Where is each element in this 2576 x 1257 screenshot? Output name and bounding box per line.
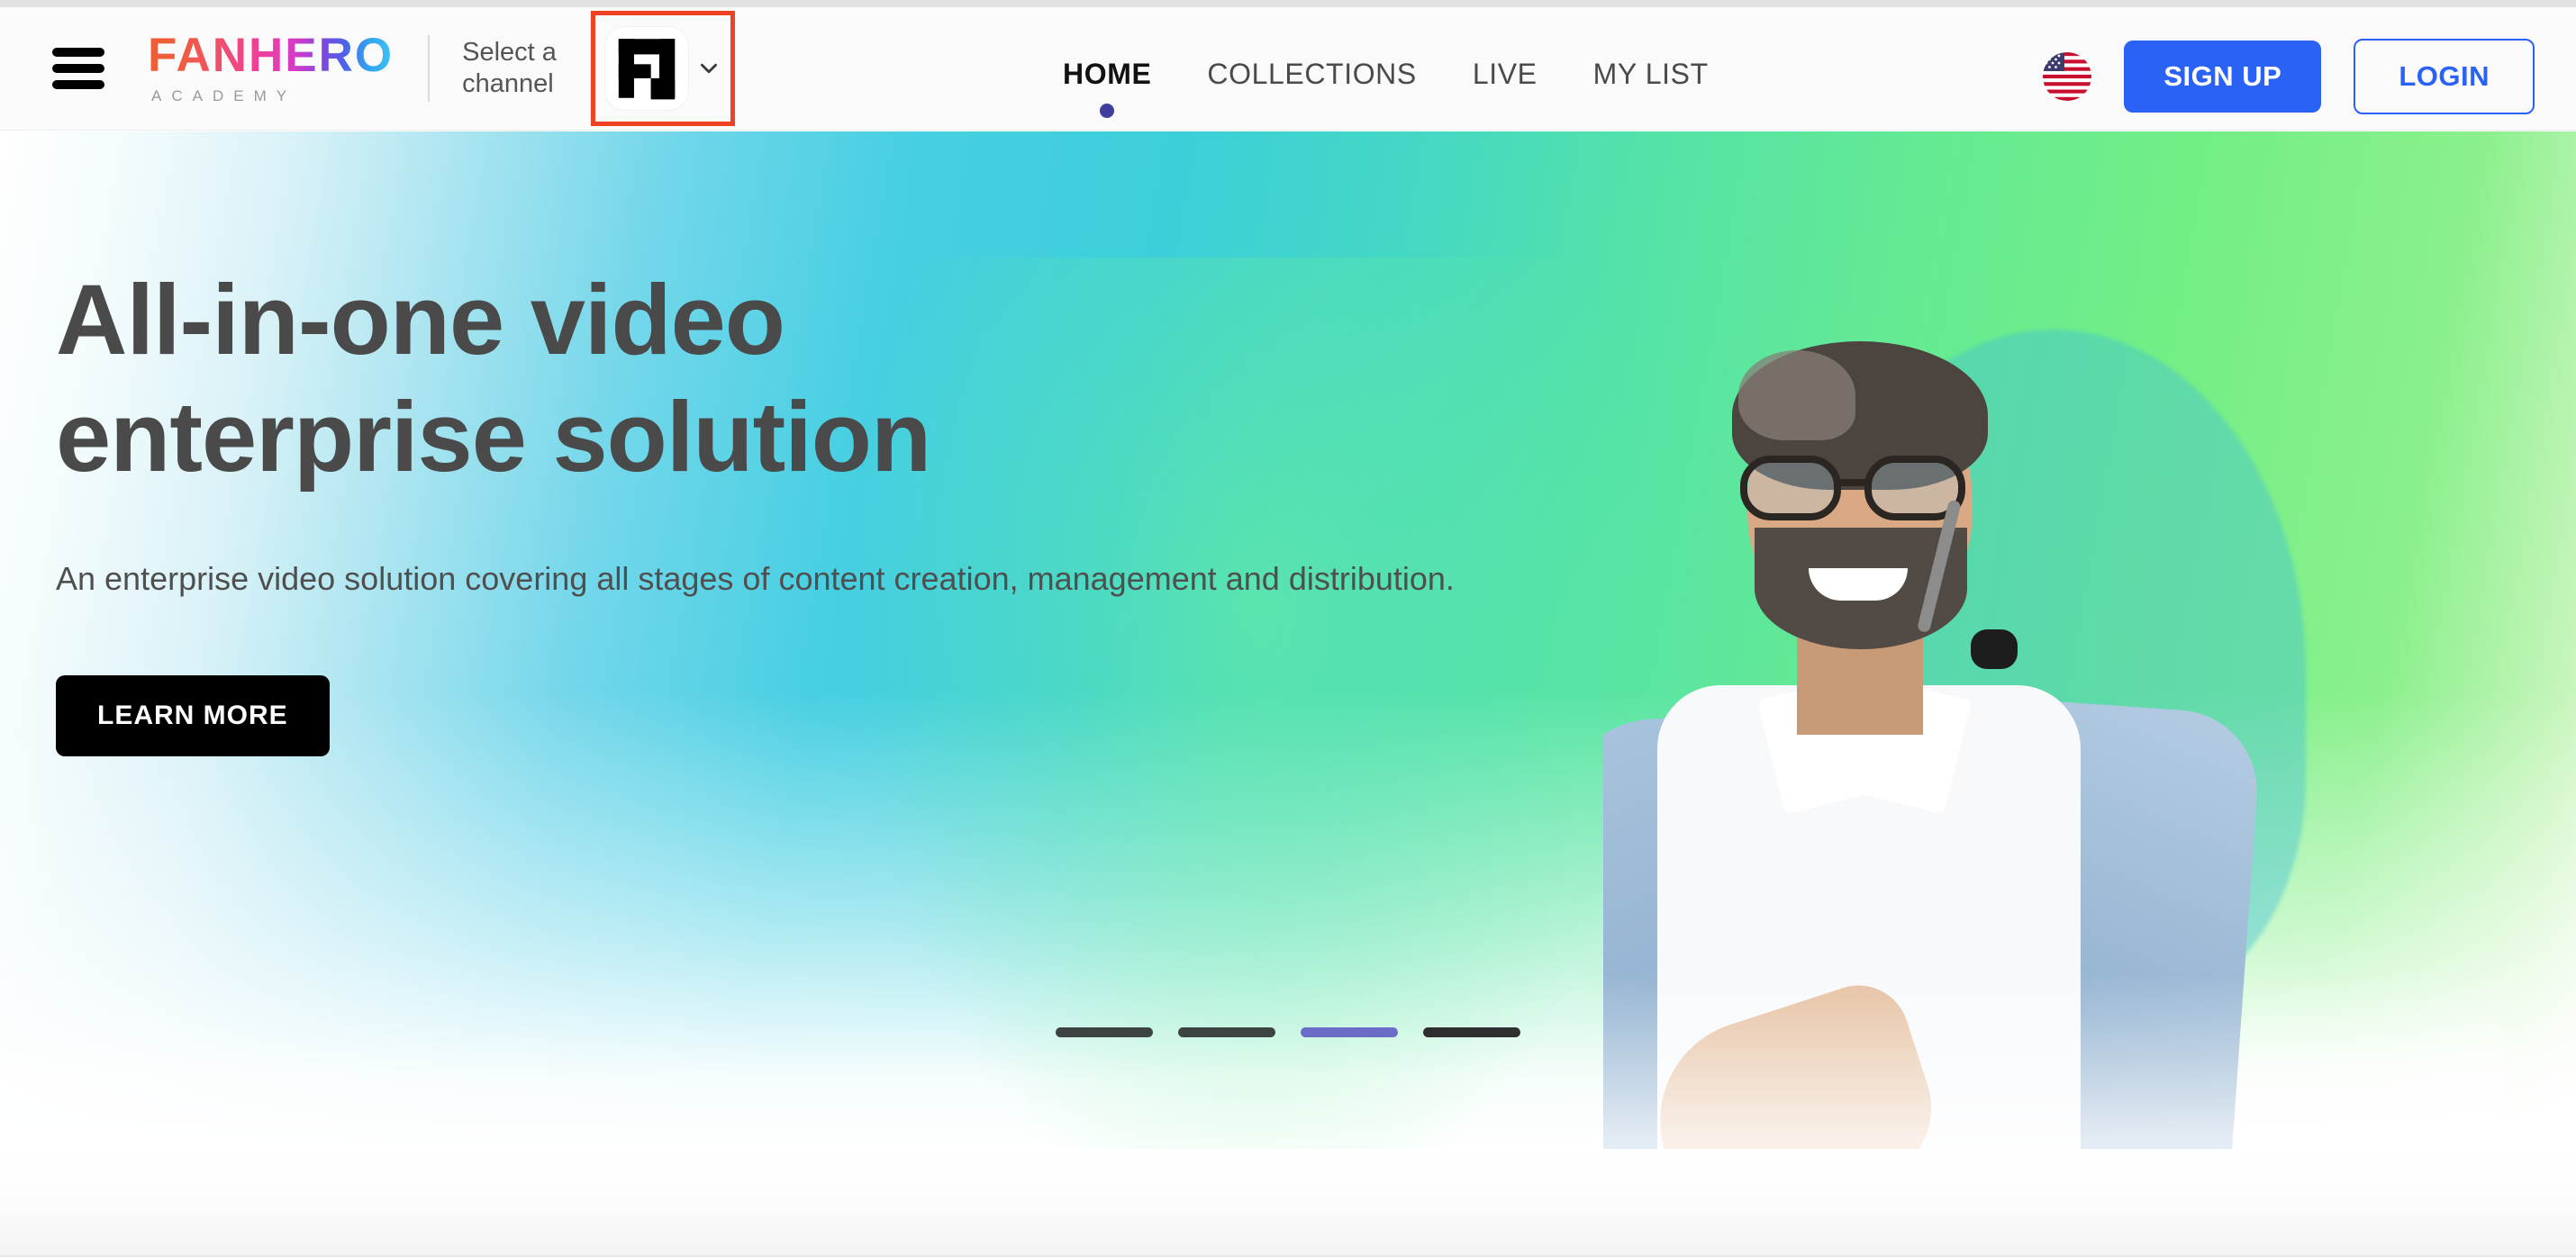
- nav-item-home[interactable]: HOME: [1063, 58, 1152, 118]
- nav-item-my-list[interactable]: MY LIST: [1593, 58, 1709, 95]
- hero-content: All-in-one video enterprise solution An …: [56, 262, 1587, 757]
- below-fold-area: [0, 1149, 2576, 1257]
- hero-person-image: [1603, 298, 2504, 1149]
- carousel-indicator-3[interactable]: [1301, 1027, 1398, 1037]
- hero-subtitle: An enterprise video solution covering al…: [56, 559, 1455, 597]
- chevron-down-icon[interactable]: [697, 57, 721, 80]
- nav-item-live-label: LIVE: [1472, 58, 1537, 90]
- brand-subtitle: ACADEMY: [151, 87, 297, 104]
- hamburger-bar-2: [52, 64, 104, 73]
- carousel-indicator-4[interactable]: [1423, 1027, 1520, 1037]
- signup-button[interactable]: SIGN UP: [2124, 40, 2322, 113]
- site-header: FANHERO ACADEMY Select a channel HOME CO…: [0, 7, 2576, 131]
- nav-item-home-label: HOME: [1063, 58, 1152, 90]
- page-root: FANHERO ACADEMY Select a channel HOME CO…: [0, 0, 2576, 1257]
- carousel-indicator-1[interactable]: [1056, 1027, 1153, 1037]
- login-button[interactable]: LOGIN: [2354, 38, 2535, 114]
- glasses-lens-left: [1740, 456, 1841, 520]
- image-bottom-fade: [1603, 973, 2504, 1149]
- us-flag-icon[interactable]: [2043, 51, 2092, 101]
- hamburger-icon[interactable]: [52, 48, 104, 89]
- hamburger-bar-3: [52, 80, 104, 89]
- nav-item-collections[interactable]: COLLECTIONS: [1207, 58, 1416, 95]
- hero-banner: All-in-one video enterprise solution An …: [0, 131, 2576, 1149]
- hair-highlight: [1738, 350, 1855, 440]
- headset-mic-icon: [1971, 629, 2018, 669]
- brand-name: FANHERO: [148, 29, 395, 82]
- brand-logo[interactable]: FANHERO ACADEMY: [148, 32, 394, 105]
- browser-top-strip: [0, 0, 2576, 7]
- header-actions: SIGN UP LOGIN: [2043, 14, 2535, 138]
- carousel-indicator-2[interactable]: [1178, 1027, 1275, 1037]
- learn-more-button[interactable]: LEARN MORE: [56, 675, 330, 757]
- channel-selector[interactable]: [591, 11, 736, 126]
- main-navigation: HOME COLLECTIONS LIVE MY LIST: [1063, 14, 1709, 138]
- hero-title: All-in-one video enterprise solution: [56, 265, 931, 493]
- nav-item-live[interactable]: LIVE: [1473, 58, 1537, 95]
- header-divider: [428, 35, 431, 102]
- fanhero-mark-icon: [605, 27, 689, 110]
- glasses-icon: [1738, 456, 1982, 520]
- select-channel-label[interactable]: Select a channel: [462, 37, 575, 101]
- nav-item-my-list-label: MY LIST: [1592, 58, 1709, 90]
- nav-item-collections-label: COLLECTIONS: [1207, 58, 1417, 90]
- hamburger-bar-1: [52, 48, 104, 57]
- nav-active-indicator: [1100, 104, 1115, 118]
- carousel-indicators: [0, 1027, 2576, 1037]
